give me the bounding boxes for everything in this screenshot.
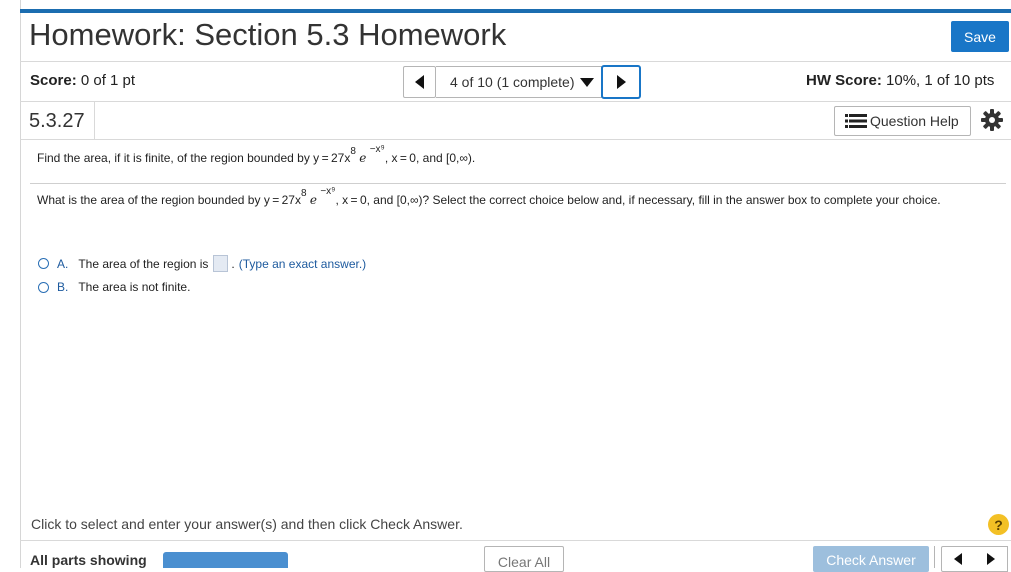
bottom-previous-button[interactable] <box>941 546 975 572</box>
hw-score-value: 10%, 1 of 10 pts <box>886 72 995 89</box>
problem-exponent-e: −x⁹ <box>369 144 385 155</box>
page-title: Homework: Section 5.3 Homework <box>29 17 507 52</box>
prompt-exponent-e: −x⁹ <box>320 186 336 197</box>
choice-a-radio[interactable] <box>38 258 49 269</box>
previous-question-button[interactable] <box>403 66 436 98</box>
left-border <box>20 0 21 568</box>
prompt-text-suffix: , x = 0, and [0,∞)? Select the correct c… <box>335 193 941 207</box>
choice-a-hint: (Type an exact answer.) <box>238 256 367 271</box>
problem-exponent-x: 8 <box>350 146 356 157</box>
score-display: Score: 0 of 1 pt <box>30 72 135 89</box>
triangle-right-icon <box>616 75 626 89</box>
check-answer-button[interactable]: Check Answer <box>813 546 929 572</box>
top-accent-bar <box>20 9 1011 13</box>
prompt-e: e <box>309 193 317 207</box>
prompt-text-prefix: What is the area of the region bounded b… <box>37 193 301 207</box>
question-header-divider <box>20 139 1011 140</box>
question-prompt: What is the area of the region bounded b… <box>37 186 997 211</box>
all-parts-label: All parts showing <box>30 552 147 568</box>
hw-score-display: HW Score: 10%, 1 of 10 pts <box>806 72 994 89</box>
choice-b-radio[interactable] <box>38 281 49 293</box>
clear-all-button[interactable]: Clear All <box>484 546 564 572</box>
problem-statement: Find the area, if it is finite, of the r… <box>37 144 476 165</box>
question-help-label: Question Help <box>870 113 959 129</box>
problem-divider <box>30 183 1006 184</box>
problem-text-suffix: , x = 0, and [0,∞). <box>384 151 476 165</box>
triangle-left-icon <box>954 553 962 565</box>
caret-down-icon <box>579 77 594 87</box>
question-number: 5.3.27 <box>29 110 85 132</box>
score-label: Score: <box>30 72 77 89</box>
instructions-text: Click to select and enter your answer(s)… <box>31 516 463 532</box>
choice-a-letter: A. <box>57 256 69 271</box>
list-icon <box>845 114 867 128</box>
problem-e: e <box>359 151 367 165</box>
choice-a[interactable]: A. The area of the region is . (Type an … <box>38 255 366 272</box>
choice-b-letter: B. <box>57 280 69 294</box>
choice-a-period: . <box>231 256 235 271</box>
question-select-dropdown[interactable]: 4 of 10 (1 complete) <box>436 66 602 98</box>
answer-input-box[interactable] <box>213 255 229 272</box>
footer-divider <box>20 540 1011 541</box>
score-value: 0 of 1 pt <box>80 72 136 89</box>
triangle-right-icon <box>986 553 995 565</box>
bottom-next-button[interactable] <box>974 546 1008 572</box>
question-help-button[interactable]: Question Help <box>834 106 971 136</box>
next-question-button[interactable] <box>601 65 641 99</box>
question-circle-icon[interactable]: ? <box>988 514 1009 535</box>
problem-text-prefix: Find the area, if it is finite, of the r… <box>37 151 351 165</box>
question-nav-label: 4 of 10 (1 complete) <box>450 74 575 90</box>
hw-score-label: HW Score: <box>806 72 882 89</box>
footer-separator <box>934 546 935 568</box>
parts-progress-bar <box>163 552 288 568</box>
triangle-left-icon <box>415 75 424 89</box>
choice-b[interactable]: B. The area is not finite. <box>38 280 190 294</box>
save-button[interactable]: Save <box>951 21 1009 52</box>
gear-icon[interactable] <box>980 108 1004 132</box>
choice-b-text: The area is not finite. <box>78 280 191 294</box>
status-divider <box>20 101 1011 102</box>
choice-a-text: The area of the region is <box>78 256 209 271</box>
header-divider <box>20 61 1011 62</box>
prompt-exponent-x: 8 <box>300 188 307 199</box>
